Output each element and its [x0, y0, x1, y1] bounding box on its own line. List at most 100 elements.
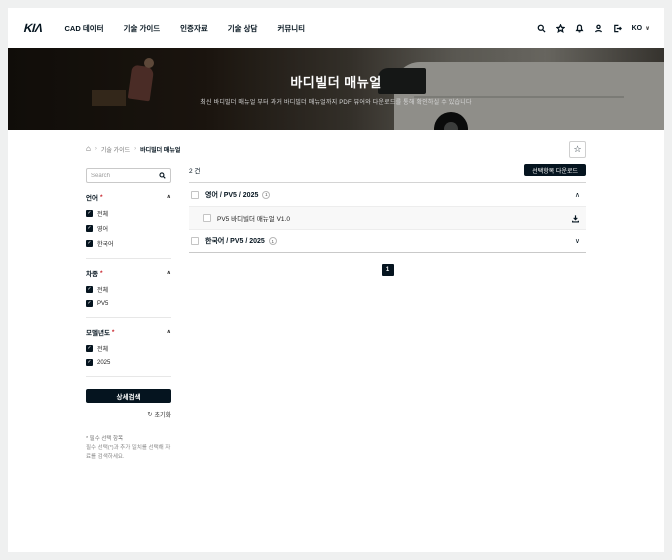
main-nav: CAD 데이터 기술 가이드 인증자료 기술 상담 커뮤니티 — [65, 23, 306, 34]
breadcrumb-bar: ⌂ › 기술 가이드 › 바디빌더 매뉴얼 ☆ — [86, 140, 586, 158]
page: KIΛ CAD 데이터 기술 가이드 인증자료 기술 상담 커뮤니티 — [8, 8, 664, 552]
filter-option-label: 전체 — [97, 285, 108, 294]
chevron-up-icon[interactable]: ∧ — [167, 329, 171, 335]
hero-banner: 바디빌더 매뉴얼 최신 바디빌더 매뉴얼 부터 과거 바디빌더 매뉴얼까지 PD… — [8, 48, 664, 130]
filter-option-label: PV5 — [97, 301, 108, 307]
results-count: 2 건 — [189, 165, 200, 175]
result-item-row[interactable]: PV5 바디빌더 매뉴얼 V1.0 — [189, 206, 586, 229]
checkbox-icon[interactable] — [191, 191, 199, 199]
breadcrumb-separator: › — [95, 146, 97, 152]
page-button-1[interactable]: 1 — [382, 264, 394, 276]
filter-group-label: 언어 — [86, 192, 98, 202]
footnote-required: * 필수 선택 항목 — [86, 435, 171, 444]
chevron-down-icon: ∨ — [645, 25, 650, 32]
filter-option-label: 2025 — [97, 360, 110, 366]
content: 언어 * ∧ 전체 영어 한국어 — [86, 162, 586, 461]
filter-option-model-all[interactable]: 전체 — [86, 285, 171, 294]
breadcrumb-item-current: 바디빌더 매뉴얼 — [140, 145, 180, 154]
checkbox-checked-icon[interactable] — [86, 286, 93, 293]
chevron-up-icon[interactable]: ∧ — [167, 194, 171, 200]
page-subtitle: 최신 바디빌더 매뉴얼 부터 과거 바디빌더 매뉴얼까지 PDF 뷰어와 다운로… — [8, 97, 664, 106]
search-icon[interactable] — [537, 23, 547, 33]
filter-option-model-pv5[interactable]: PV5 — [86, 300, 171, 307]
checkbox-checked-icon[interactable] — [86, 359, 93, 366]
pagination: 1 — [189, 264, 586, 276]
count-badge: 1 — [269, 237, 277, 245]
filter-option-year-all[interactable]: 전체 — [86, 344, 171, 353]
nav-item-tech-guide[interactable]: 기술 가이드 — [124, 23, 161, 34]
language-selector[interactable]: KO ∨ — [632, 25, 650, 32]
header-utilities: KO ∨ — [537, 23, 650, 33]
filter-group-label: 차종 — [86, 268, 98, 278]
favorite-button[interactable]: ☆ — [569, 141, 586, 158]
bell-icon[interactable] — [575, 23, 585, 33]
result-group-label: 한국어 / PV5 / 2025 — [205, 236, 265, 246]
chevron-up-icon[interactable]: ∧ — [167, 270, 171, 276]
nav-item-tech-consult[interactable]: 기술 상담 — [228, 23, 258, 34]
filter-group-year: 모델년도 * ∧ 전체 2025 — [86, 318, 171, 377]
required-mark: * — [112, 329, 115, 336]
breadcrumb-item-tech-guide[interactable]: 기술 가이드 — [101, 145, 130, 154]
filter-option-label: 전체 — [97, 344, 108, 353]
filter-group-model: 차종 * ∧ 전체 PV5 — [86, 259, 171, 318]
checkbox-icon[interactable] — [191, 237, 199, 245]
filter-group-label: 모델년도 — [86, 327, 110, 337]
checkbox-checked-icon[interactable] — [86, 225, 93, 232]
filter-option-label: 영어 — [97, 224, 108, 233]
star-icon: ☆ — [573, 144, 581, 155]
search-input[interactable] — [91, 173, 159, 179]
checkbox-checked-icon[interactable] — [86, 345, 93, 352]
breadcrumb-separator: › — [134, 146, 136, 152]
results-header: 2 건 선택항목 다운로드 — [189, 162, 586, 178]
home-icon[interactable]: ⌂ — [86, 145, 91, 153]
checkbox-checked-icon[interactable] — [86, 240, 93, 247]
reset-icon: ↻ — [147, 411, 152, 418]
filter-option-label: 한국어 — [97, 239, 114, 248]
nav-item-certification[interactable]: 인증자료 — [180, 23, 208, 34]
star-icon[interactable] — [556, 23, 566, 33]
results-list: 영어 / PV5 / 2025 1 ∧ PV5 바디빌더 매뉴얼 V1.0 한국… — [189, 182, 586, 253]
filter-group-language-header[interactable]: 언어 * ∧ — [86, 192, 171, 202]
logout-icon[interactable] — [613, 23, 623, 33]
filter-group-year-header[interactable]: 모델년도 * ∧ — [86, 327, 171, 337]
language-code: KO — [632, 25, 643, 32]
search-box — [86, 168, 171, 183]
required-mark: * — [100, 270, 103, 277]
required-mark: * — [100, 194, 103, 201]
nav-item-cad-data[interactable]: CAD 데이터 — [65, 23, 104, 34]
result-item-label: PV5 바디빌더 매뉴얼 V1.0 — [217, 213, 290, 223]
filter-group-language: 언어 * ∧ 전체 영어 한국어 — [86, 183, 171, 259]
filter-group-model-header[interactable]: 차종 * ∧ — [86, 268, 171, 278]
reset-label: 초기화 — [154, 410, 171, 419]
reset-filters[interactable]: ↻ 초기화 — [86, 410, 171, 419]
top-nav-bar: KIΛ CAD 데이터 기술 가이드 인증자료 기술 상담 커뮤니티 — [8, 8, 664, 48]
filter-option-year-2025[interactable]: 2025 — [86, 359, 171, 366]
user-icon[interactable] — [594, 23, 604, 33]
page-title: 바디빌더 매뉴얼 — [8, 72, 664, 91]
filter-option-language-english[interactable]: 영어 — [86, 224, 171, 233]
count-badge: 1 — [262, 191, 270, 199]
checkbox-checked-icon[interactable] — [86, 300, 93, 307]
download-icon[interactable] — [571, 214, 580, 223]
filter-option-language-all[interactable]: 전체 — [86, 209, 171, 218]
chevron-up-icon[interactable]: ∧ — [575, 191, 580, 199]
breadcrumb: ⌂ › 기술 가이드 › 바디빌더 매뉴얼 — [86, 145, 180, 154]
filter-footnote: * 필수 선택 항목 필수 선택(*)과 추가 일치를 선택해 자료를 검색하세… — [86, 435, 171, 461]
viewport: KIΛ CAD 데이터 기술 가이드 인증자료 기술 상담 커뮤니티 — [0, 0, 672, 560]
filter-option-language-korean[interactable]: 한국어 — [86, 239, 171, 248]
kia-logo[interactable]: KIΛ — [22, 21, 44, 35]
detail-search-button[interactable]: 상세검색 — [86, 389, 171, 403]
download-selected-button[interactable]: 선택항목 다운로드 — [524, 164, 586, 176]
checkbox-checked-icon[interactable] — [86, 210, 93, 217]
filter-sidebar: 언어 * ∧ 전체 영어 한국어 — [86, 162, 171, 461]
results-panel: 2 건 선택항목 다운로드 영어 / PV5 / 2025 1 ∧ PV5 바디… — [189, 162, 586, 461]
nav-item-community[interactable]: 커뮤니티 — [277, 23, 305, 34]
result-group-row-korean[interactable]: 한국어 / PV5 / 2025 1 ∨ — [189, 229, 586, 252]
filter-option-label: 전체 — [97, 209, 108, 218]
checkbox-icon[interactable] — [203, 214, 211, 222]
search-icon[interactable] — [159, 172, 166, 179]
hero-text: 바디빌더 매뉴얼 최신 바디빌더 매뉴얼 부터 과거 바디빌더 매뉴얼까지 PD… — [8, 72, 664, 106]
result-group-label: 영어 / PV5 / 2025 — [205, 190, 258, 200]
chevron-down-icon[interactable]: ∨ — [575, 237, 580, 245]
result-group-row-english[interactable]: 영어 / PV5 / 2025 1 ∧ — [189, 183, 586, 206]
